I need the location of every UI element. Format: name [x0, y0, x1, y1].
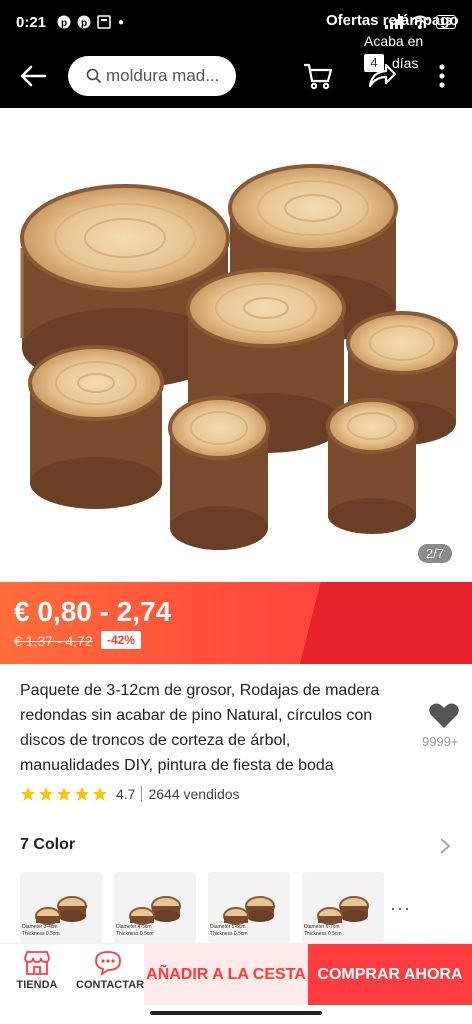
- rating-row: 4.7 2644 vendidos: [20, 786, 240, 802]
- store-button[interactable]: TIENDA: [14, 950, 60, 991]
- bottom-action-bar: TIENDA CONTACTAR AÑADIR A LA CESTA COMPR…: [0, 943, 472, 1006]
- star-icon: [39, 787, 53, 801]
- star-icon: [57, 787, 71, 801]
- color-option-thumb[interactable]: Diameter 5-6cm Thickness 0.5cm: [208, 872, 290, 944]
- price-banner: € 0,80 - 2,74 € 1,37 - 4,72 -42%: [0, 582, 472, 664]
- star-icon: [75, 787, 89, 801]
- discount-badge: -42%: [101, 631, 142, 649]
- notification-box-icon: [97, 15, 111, 29]
- pinterest-icon: p: [57, 15, 71, 29]
- color-option-label: Diameter 3-4cm Thickness 0.5cm: [22, 924, 60, 937]
- days-number: 4: [364, 54, 384, 72]
- chevron-right-icon[interactable]: [438, 836, 452, 856]
- wishlist-count: 9999+: [422, 734, 459, 749]
- add-to-cart-button[interactable]: AÑADIR A LA CESTA: [144, 944, 308, 1006]
- original-price: € 1,37 - 4,72: [14, 633, 93, 649]
- chat-icon: [95, 951, 121, 976]
- search-input[interactable]: moldura mad...: [68, 56, 236, 96]
- more-vertical-icon[interactable]: [426, 60, 458, 92]
- color-option-label: Diameter 4-5cm Thickness 0.5cm: [116, 924, 154, 937]
- back-arrow-icon[interactable]: [18, 64, 48, 88]
- dot-icon: ●: [118, 16, 125, 28]
- svg-text:p: p: [81, 18, 87, 29]
- price-range: € 0,80 - 2,74: [14, 596, 172, 627]
- image-pager: 2/7: [417, 544, 452, 563]
- more-colors-indicator[interactable]: ···: [390, 898, 411, 919]
- cart-icon[interactable]: [302, 60, 334, 92]
- status-time: 0:21: [16, 13, 47, 31]
- rating-stars: [20, 786, 108, 802]
- divider: [141, 786, 143, 802]
- rating-value: 4.7: [116, 786, 136, 802]
- color-option-thumb[interactable]: Diameter 3-4cm Thickness 0.5cm: [20, 872, 102, 944]
- product-image[interactable]: [0, 108, 472, 582]
- color-option-thumb[interactable]: Diameter 6-7cm Thickness 0.5cm: [302, 872, 384, 944]
- product-page: 0:21 p p ● 13 moldura mad... 2/7 € 0,80 …: [0, 0, 472, 1024]
- star-icon: [21, 787, 35, 801]
- search-text: moldura mad...: [106, 66, 220, 85]
- color-options: Diameter 3-4cm Thickness 0.5cm Diameter 4…: [20, 872, 384, 944]
- days-label: días: [392, 55, 419, 71]
- color-section-heading[interactable]: 7 Color: [20, 836, 75, 854]
- color-option-label: Diameter 6-7cm Thickness 0.5cm: [304, 924, 342, 937]
- search-icon: [86, 68, 102, 84]
- flash-sale-title: Ofertas relámpago: [326, 12, 459, 29]
- product-title: Paquete de 3-12cm de grosor, Rodajas de …: [20, 682, 380, 774]
- svg-text:p: p: [61, 18, 67, 29]
- star-icon: [93, 787, 107, 801]
- color-option-thumb[interactable]: Diameter 4-5cm Thickness 0.5cm: [114, 872, 196, 944]
- sold-count: 2644 vendidos: [148, 786, 240, 802]
- buy-now-button[interactable]: COMPRAR AHORA: [308, 944, 472, 1006]
- flash-sale-panel: [300, 582, 472, 664]
- contact-button[interactable]: CONTACTAR: [76, 950, 145, 991]
- pinterest-icon: p: [77, 15, 91, 29]
- store-icon: [24, 951, 50, 975]
- flash-sale-ends-label: Acaba en: [364, 33, 424, 49]
- color-option-label: Diameter 5-6cm Thickness 0.5cm: [210, 924, 248, 937]
- home-indicator-bar: [0, 1005, 472, 1024]
- heart-icon[interactable]: [428, 702, 460, 730]
- flash-sale-countdown: 4 días: [364, 54, 418, 72]
- store-label: TIENDA: [16, 979, 58, 991]
- wood-slices-illustration: [20, 164, 458, 550]
- home-indicator[interactable]: [150, 1011, 322, 1015]
- contact-label: CONTACTAR: [76, 979, 145, 991]
